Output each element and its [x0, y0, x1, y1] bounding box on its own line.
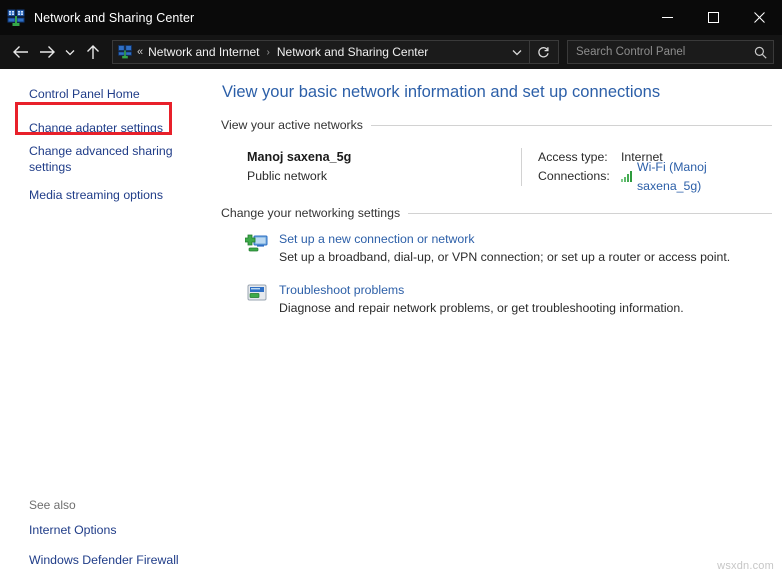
active-network-row: Manoj saxena_5g Public network Access ty…	[221, 140, 772, 186]
see-also-item-internet-options[interactable]: Internet Options	[0, 519, 218, 541]
network-type: Public network	[247, 167, 521, 186]
maximize-button[interactable]	[690, 0, 736, 35]
left-navigation-pane: Control Panel Home Change adapter settin…	[0, 69, 218, 578]
title-bar: Network and Sharing Center	[0, 0, 782, 35]
breadcrumb-item-network-and-sharing-center[interactable]: Network and Sharing Center	[277, 45, 428, 59]
troubleshoot-problems-description: Diagnose and repair network problems, or…	[279, 299, 772, 318]
set-up-new-connection-description: Set up a broadband, dial-up, or VPN conn…	[279, 248, 772, 267]
see-also-section: See also Internet Options Windows Defend…	[0, 498, 218, 578]
connections-label: Connections:	[538, 167, 621, 186]
network-sharing-icon	[6, 8, 26, 28]
main-pane: View your basic network information and …	[218, 69, 782, 578]
action-troubleshoot-problems[interactable]: Troubleshoot problems Diagnose and repai…	[221, 281, 772, 318]
breadcrumb-network-icon	[117, 44, 133, 60]
network-sharing-center-window: Network and Sharing Center	[0, 0, 782, 578]
sidebar-item-control-panel-home[interactable]: Control Panel Home	[0, 82, 218, 106]
minimize-button[interactable]	[644, 0, 690, 35]
network-name: Manoj saxena_5g	[247, 148, 521, 167]
breadcrumb-separator-icon: ›	[267, 47, 270, 58]
recent-locations-button[interactable]	[60, 39, 80, 65]
troubleshoot-problems-link[interactable]: Troubleshoot problems	[279, 281, 772, 299]
breadcrumb-overflow-icon[interactable]: «	[137, 46, 143, 58]
troubleshoot-text: Troubleshoot problems Diagnose and repai…	[279, 281, 772, 318]
network-details: Access type: Internet Connections: Wi-Fi…	[538, 148, 772, 186]
network-identity: Manoj saxena_5g Public network	[247, 148, 521, 186]
see-also-item-windows-defender-firewall[interactable]: Windows Defender Firewall	[0, 549, 218, 571]
chevron-down-icon[interactable]	[505, 41, 529, 63]
watermark: wsxdn.com	[717, 560, 774, 572]
see-also-title: See also	[0, 498, 218, 519]
search-input[interactable]	[576, 46, 754, 58]
window-controls	[644, 0, 782, 35]
up-button[interactable]	[80, 39, 106, 65]
page-title: View your basic network information and …	[221, 81, 772, 103]
search-icon[interactable]	[754, 46, 767, 59]
networking-settings-title: Change your networking settings	[221, 206, 408, 220]
close-button[interactable]	[736, 0, 782, 35]
section-divider	[371, 125, 772, 126]
sidebar-item-media-streaming-options[interactable]: Media streaming options	[0, 184, 218, 206]
networking-settings-section-header: Change your networking settings	[221, 206, 772, 220]
action-set-up-new-connection[interactable]: Set up a new connection or network Set u…	[221, 230, 772, 267]
active-networks-section-header: View your active networks	[221, 118, 772, 132]
connections-value-link[interactable]: Wi-Fi (Manoj saxena_5g)	[637, 158, 772, 196]
set-up-new-connection-link[interactable]: Set up a new connection or network	[279, 230, 772, 248]
search-box[interactable]	[567, 40, 774, 64]
active-networks-title: View your active networks	[221, 118, 371, 132]
new-connection-icon	[245, 231, 269, 255]
troubleshoot-icon	[245, 282, 269, 306]
window-title: Network and Sharing Center	[34, 11, 194, 25]
breadcrumb[interactable]: « Network and Internet › Network and Sha…	[112, 40, 559, 64]
breadcrumb-item-network-and-internet[interactable]: Network and Internet	[148, 45, 259, 59]
new-connection-text: Set up a new connection or network Set u…	[279, 230, 772, 267]
sidebar-item-change-advanced-sharing-settings[interactable]: Change advanced sharing settings	[0, 140, 218, 178]
access-type-label: Access type:	[538, 148, 621, 167]
section-divider	[408, 213, 772, 214]
sidebar-item-change-adapter-settings[interactable]: Change adapter settings	[0, 116, 218, 140]
forward-button[interactable]	[34, 39, 60, 65]
refresh-icon[interactable]	[530, 41, 556, 63]
address-bar: « Network and Internet › Network and Sha…	[0, 35, 782, 69]
connections-row: Connections: Wi-Fi (Manoj saxena_5g)	[538, 167, 772, 186]
network-vertical-divider	[521, 148, 522, 186]
back-button[interactable]	[8, 39, 34, 65]
wifi-signal-icon	[621, 171, 633, 182]
content-area: Control Panel Home Change adapter settin…	[0, 69, 782, 578]
